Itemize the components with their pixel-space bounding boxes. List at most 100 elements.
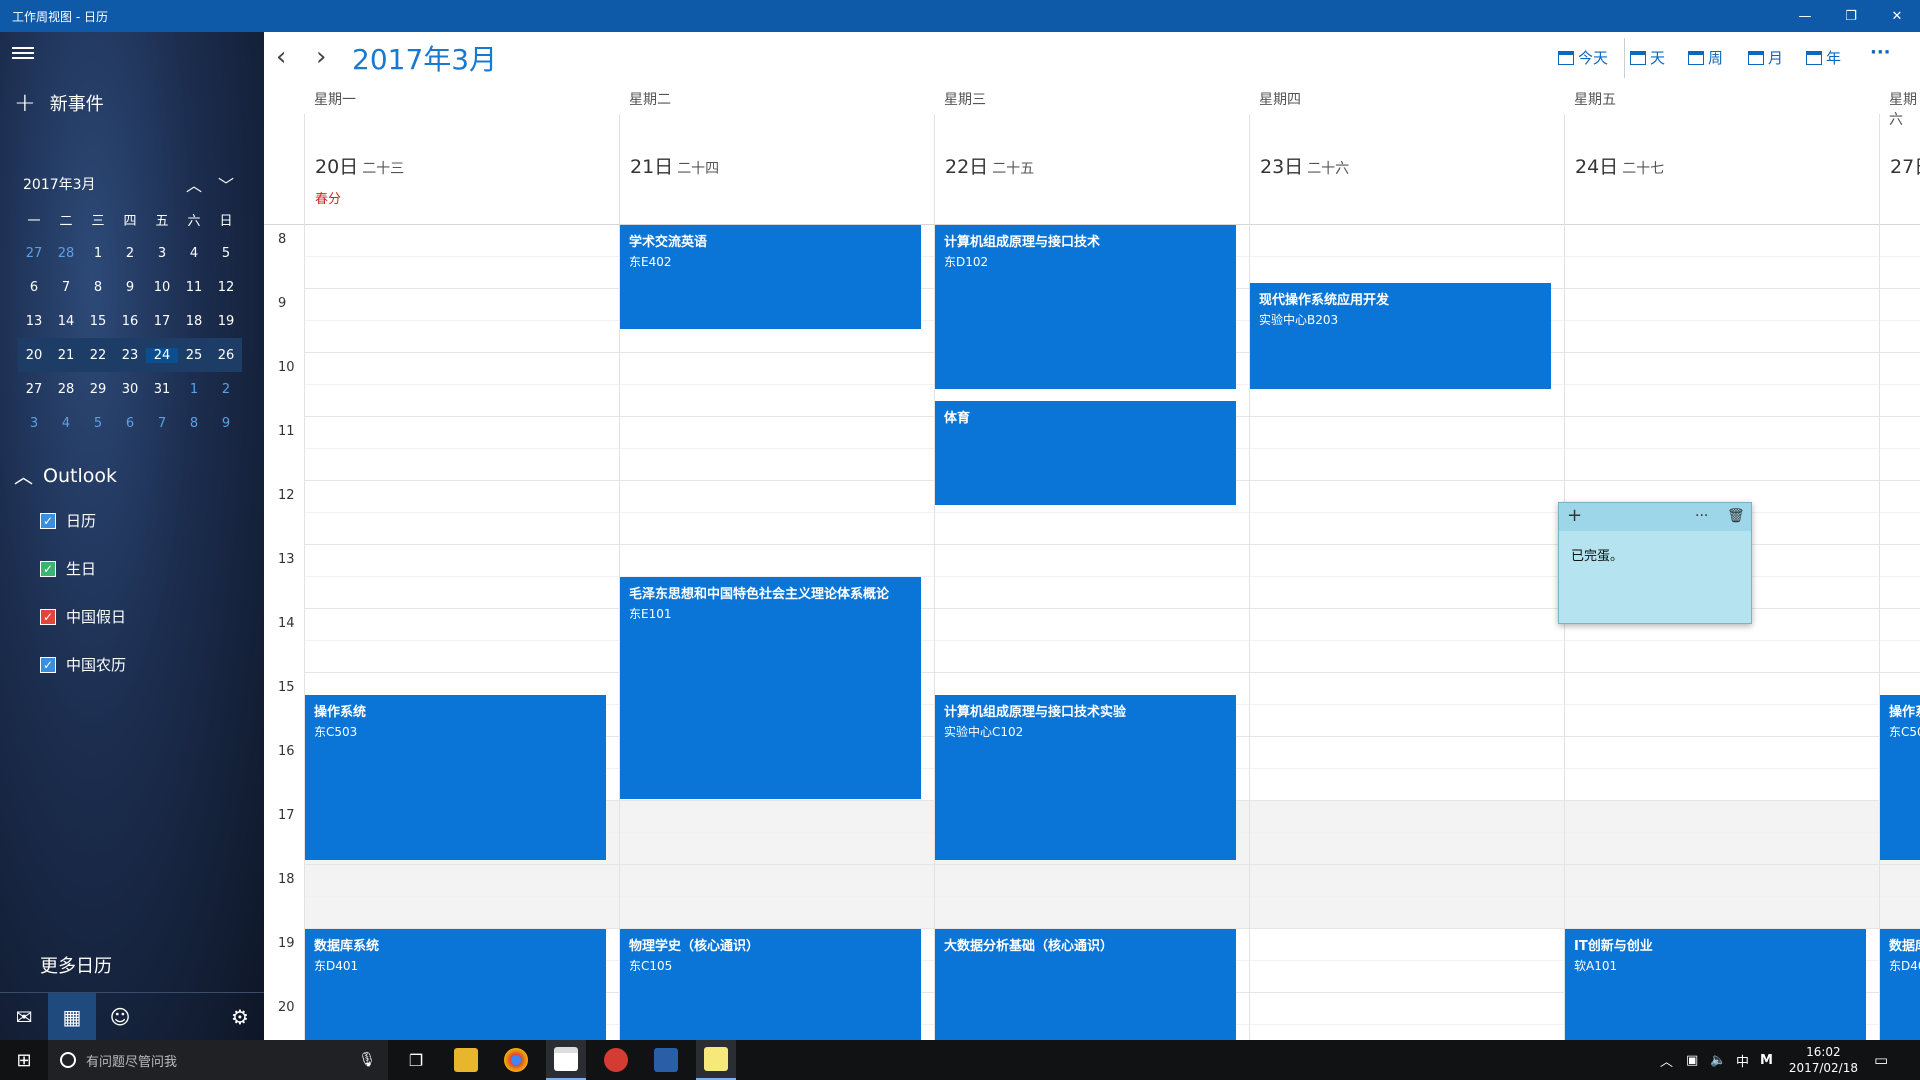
day-header-cell[interactable]: 24日 二十七: [1564, 114, 1879, 224]
checkbox-icon[interactable]: ✓: [40, 512, 56, 529]
day-header-cell[interactable]: 21日 二十四: [619, 114, 934, 224]
mini-day-cell[interactable]: 15: [82, 314, 114, 329]
calendar-event[interactable]: 操作系统东C503: [305, 695, 606, 860]
mini-day-cell[interactable]: 20: [18, 348, 50, 363]
hamburger-menu-icon[interactable]: [12, 44, 34, 62]
checkbox-icon[interactable]: ✓: [40, 560, 56, 577]
mini-day-cell[interactable]: 10: [146, 280, 178, 295]
mini-day-cell[interactable]: 5: [210, 246, 242, 261]
calendar-event[interactable]: 计算机组成原理与接口技术 东D102: [935, 225, 1236, 390]
calendar-toggle-4[interactable]: ✓ 中国农历: [40, 654, 126, 675]
netease-music-icon[interactable]: [596, 1040, 636, 1080]
volume-icon[interactable]: 🔈: [1710, 1040, 1726, 1080]
more-calendars-link[interactable]: 更多日历: [40, 952, 112, 978]
mini-day-cell[interactable]: 7: [146, 416, 178, 431]
mini-day-cell[interactable]: 19: [210, 314, 242, 329]
outlook-group-toggle[interactable]: ︿ Outlook: [14, 462, 117, 489]
sticky-notes-icon[interactable]: [696, 1040, 736, 1080]
mini-day-cell[interactable]: 8: [178, 416, 210, 431]
task-view-icon[interactable]: ❐: [396, 1040, 436, 1080]
trash-icon[interactable]: 🗑: [1727, 508, 1745, 524]
mini-day-cell[interactable]: 3: [18, 416, 50, 431]
mini-day-cell[interactable]: 25: [178, 348, 210, 363]
calendar-event[interactable]: 现代操作系统应用开发 实验中心B203: [1250, 282, 1551, 390]
day-header-cell[interactable]: 22日 二十五: [934, 114, 1249, 224]
calendar-event[interactable]: 毛泽东思想和中国特色社会主义理论体系概论 东E101: [620, 577, 921, 799]
calendar-toggle-1[interactable]: ✓ 日历: [40, 510, 96, 531]
mini-day-cell[interactable]: 6: [114, 416, 146, 431]
today-button[interactable]: 今天: [1558, 47, 1608, 68]
mini-day-cell[interactable]: 12: [210, 280, 242, 295]
mini-day-cell[interactable]: 18: [178, 314, 210, 329]
search-box[interactable]: 有问题尽管问我 🎙: [48, 1040, 388, 1080]
month-title[interactable]: 2017年3月: [352, 38, 497, 78]
mini-day-cell[interactable]: 4: [178, 246, 210, 261]
mini-day-cell[interactable]: 27: [18, 246, 50, 261]
calendar-event[interactable]: IT创新与创业 软A101: [1565, 929, 1866, 1040]
mini-day-cell[interactable]: 28: [50, 382, 82, 397]
microphone-icon[interactable]: 🎙: [358, 1052, 376, 1068]
action-center-icon[interactable]: ▭: [1874, 1040, 1888, 1080]
mini-day-cell[interactable]: 24: [146, 347, 178, 363]
mini-day-cell[interactable]: 30: [114, 382, 146, 397]
mini-day-cell[interactable]: 22: [82, 348, 114, 363]
calendar-toggle-2[interactable]: ✓ 生日: [40, 558, 96, 579]
mail-icon[interactable]: ✉: [0, 993, 48, 1040]
mini-day-cell[interactable]: 21: [50, 348, 82, 363]
day-header-cell[interactable]: 27日: [1879, 114, 1920, 224]
checkbox-icon[interactable]: ✓: [40, 656, 56, 673]
calendar-event[interactable]: 物理学史（核心通识） 东C105: [620, 929, 921, 1040]
mini-day-cell[interactable]: 9: [210, 416, 242, 431]
tray-overflow-icon[interactable]: ︿: [1660, 1040, 1673, 1080]
mini-day-cell[interactable]: 31: [146, 382, 178, 397]
day-header-cell[interactable]: 23日 二十六: [1249, 114, 1564, 224]
mini-day-cell[interactable]: 23: [114, 348, 146, 363]
mini-day-cell[interactable]: 16: [114, 314, 146, 329]
mini-day-cell[interactable]: 6: [18, 280, 50, 295]
settings-gear-icon[interactable]: ⚙: [216, 993, 264, 1040]
mini-day-cell[interactable]: 26: [210, 348, 242, 363]
new-event-button[interactable]: + 新事件: [14, 90, 104, 116]
mini-day-cell[interactable]: 7: [50, 280, 82, 295]
calendar-event[interactable]: 学术交流英语 东E402: [620, 225, 921, 329]
minimize-button[interactable]: —: [1782, 0, 1828, 32]
more-options-button[interactable]: ···: [1870, 42, 1891, 63]
sticky-note[interactable]: + ··· 🗑 已完蛋。: [1558, 502, 1752, 624]
mini-day-cell[interactable]: 27: [18, 382, 50, 397]
mini-day-cell[interactable]: 2: [114, 246, 146, 261]
sticky-more-button[interactable]: ···: [1695, 508, 1708, 524]
mini-day-cell[interactable]: 17: [146, 314, 178, 329]
week-view-button[interactable]: 周: [1688, 47, 1723, 68]
mini-day-cell[interactable]: 5: [82, 416, 114, 431]
previous-week-icon[interactable]: ‹: [276, 42, 286, 72]
calendar-event[interactable]: 体育: [935, 401, 1236, 505]
mini-day-cell[interactable]: 3: [146, 246, 178, 261]
calendar-event[interactable]: 大数据分析基础（核心通识）: [935, 929, 1236, 1040]
chrome-icon[interactable]: [496, 1040, 536, 1080]
mini-day-cell[interactable]: 11: [178, 280, 210, 295]
calendar-event[interactable]: 操作系统东C503: [1880, 695, 1920, 860]
year-view-button[interactable]: 年: [1806, 47, 1841, 68]
powershell-icon[interactable]: [646, 1040, 686, 1080]
mini-day-cell[interactable]: 13: [18, 314, 50, 329]
mini-day-cell[interactable]: 14: [50, 314, 82, 329]
calendar-event[interactable]: 计算机组成原理与接口技术实验 实验中心C102: [935, 695, 1236, 860]
network-icon[interactable]: ▣: [1686, 1040, 1698, 1080]
checkbox-icon[interactable]: ✓: [40, 608, 56, 625]
next-week-icon[interactable]: ›: [316, 42, 326, 72]
calendar-event[interactable]: 数据库系统东D401: [1880, 929, 1920, 1040]
calendar-app-icon[interactable]: [546, 1040, 586, 1080]
mini-prev-month-icon[interactable]: ︿: [186, 172, 202, 196]
windows-start-icon[interactable]: ⊞: [0, 1040, 48, 1080]
month-view-button[interactable]: 月: [1748, 47, 1783, 68]
mini-day-cell[interactable]: 8: [82, 280, 114, 295]
day-view-button[interactable]: 天: [1630, 47, 1665, 68]
mini-day-cell[interactable]: 4: [50, 416, 82, 431]
mini-day-cell[interactable]: 2: [210, 382, 242, 397]
file-explorer-icon[interactable]: [446, 1040, 486, 1080]
people-icon[interactable]: ☺: [96, 993, 144, 1040]
sticky-note-text[interactable]: 已完蛋。: [1571, 545, 1623, 564]
mini-day-cell[interactable]: 9: [114, 280, 146, 295]
mini-day-cell[interactable]: 1: [178, 382, 210, 397]
system-clock[interactable]: 16:02 2017/02/18: [1789, 1044, 1858, 1076]
